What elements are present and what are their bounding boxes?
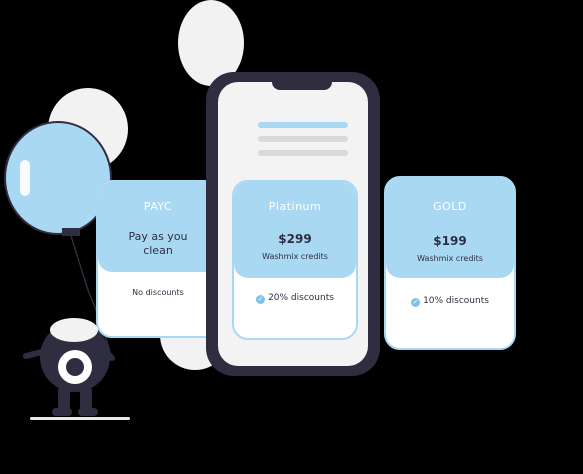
mascot-arms [23,347,115,361]
